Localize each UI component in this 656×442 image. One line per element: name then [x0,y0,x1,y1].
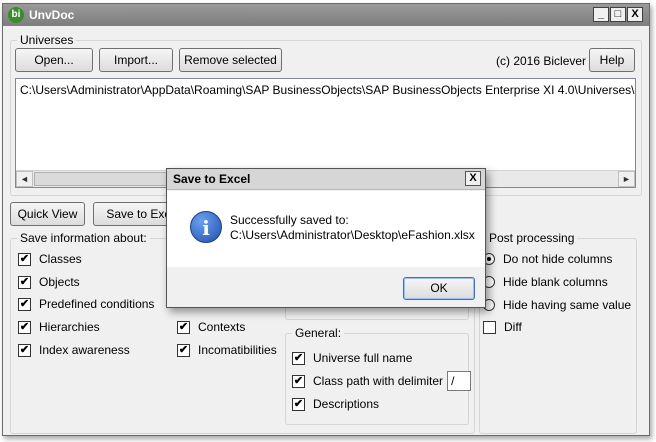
checkbox-icon[interactable]: ✔ [177,343,190,357]
checkbox-icon[interactable] [483,320,496,334]
info-icon: i [190,211,222,243]
descriptions-checkbox[interactable]: ✔ Descriptions [292,397,379,411]
checkbox-icon[interactable]: ✔ [292,374,305,388]
predefined-conditions-checkbox[interactable]: ✔ Predefined conditions [18,297,154,311]
remove-selected-button[interactable]: Remove selected [179,48,282,72]
window-title: UnvDoc [29,8,75,22]
close-button[interactable]: X [627,7,643,22]
dialog-close-button[interactable]: X [465,171,481,186]
checkbox-icon[interactable]: ✔ [18,252,31,266]
dialog-message: Successfully saved to: C:\Users\Administ… [230,213,475,243]
class-path-checkbox[interactable]: ✔ Class path with delimiter / [292,371,472,391]
dialog-message-path: C:\Users\Administrator\Desktop\eFashion.… [230,228,475,242]
universe-path-item[interactable]: C:\Users\Administrator\AppData\Roaming\S… [20,83,635,97]
checkbox-label: Predefined conditions [39,297,155,311]
checkbox-icon[interactable]: ✔ [18,343,31,357]
universes-group-label: Universes [17,33,77,47]
save-to-excel-dialog: Save to Excel X i Successfully saved to:… [166,168,486,308]
radio-do-not-hide[interactable]: Do not hide columns [483,252,612,266]
title-bar[interactable]: bi UnvDoc _ □ X [3,4,649,26]
app-logo-icon: bi [8,7,24,23]
radio-hide-same-value[interactable]: Hide having same value [483,298,631,312]
objects-checkbox[interactable]: ✔ Objects [18,275,80,289]
save-info-group-label: Save information about: [17,231,150,245]
post-processing-group-label: Post processing [486,231,578,245]
post-processing-group: Post processing [479,231,637,434]
diff-checkbox[interactable]: Diff [483,320,522,334]
checkbox-label: Hierarchies [39,320,100,334]
checkbox-label: Diff [504,320,522,334]
copyright-text: (c) 2016 Biclever [496,54,587,68]
quick-view-button[interactable]: Quick View [10,202,85,226]
help-button[interactable]: Help [589,48,635,72]
radio-label: Do not hide columns [503,252,613,266]
checkbox-label: Classes [39,252,82,266]
checkbox-label: Descriptions [313,397,380,411]
scroll-right-icon[interactable]: ► [618,171,635,187]
checkbox-icon[interactable]: ✔ [18,297,31,311]
dialog-body: i Successfully saved to: C:\Users\Admini… [167,191,485,267]
scroll-left-icon[interactable]: ◄ [16,171,33,187]
checkbox-icon[interactable]: ✔ [18,320,31,334]
checkbox-label: Index awareness [39,343,130,357]
index-awareness-checkbox[interactable]: ✔ Index awareness [18,343,130,357]
checkbox-label: Incomatibilities [198,343,277,357]
universe-full-name-checkbox[interactable]: ✔ Universe full name [292,351,412,365]
hierarchies-checkbox[interactable]: ✔ Hierarchies [18,320,100,334]
import-button[interactable]: Import... [99,48,173,72]
checkbox-icon[interactable]: ✔ [177,320,190,334]
ok-button[interactable]: OK [403,277,475,300]
checkbox-icon[interactable]: ✔ [18,275,31,289]
open-button[interactable]: Open... [15,48,93,72]
dialog-title[interactable]: Save to Excel [167,169,485,190]
contexts-checkbox[interactable]: ✔ Contexts [177,320,245,334]
checkbox-label: Universe full name [313,351,413,365]
checkbox-label: Contexts [198,320,246,334]
minimize-button[interactable]: _ [593,7,609,22]
checkbox-label: Objects [39,275,80,289]
classes-checkbox[interactable]: ✔ Classes [18,252,82,266]
delimiter-input[interactable]: / [447,371,472,391]
checkbox-icon[interactable]: ✔ [292,397,305,411]
maximize-button[interactable]: □ [610,7,626,22]
radio-label: Hide blank columns [503,275,608,289]
radio-hide-blank[interactable]: Hide blank columns [483,275,608,289]
general-group-label: General: [292,326,345,340]
incompatibilities-checkbox[interactable]: ✔ Incomatibilities [177,343,277,357]
checkbox-label: Class path with delimiter [313,374,444,388]
dialog-message-line1: Successfully saved to: [230,213,349,227]
checkbox-icon[interactable]: ✔ [292,351,305,365]
radio-label: Hide having same value [503,298,632,312]
